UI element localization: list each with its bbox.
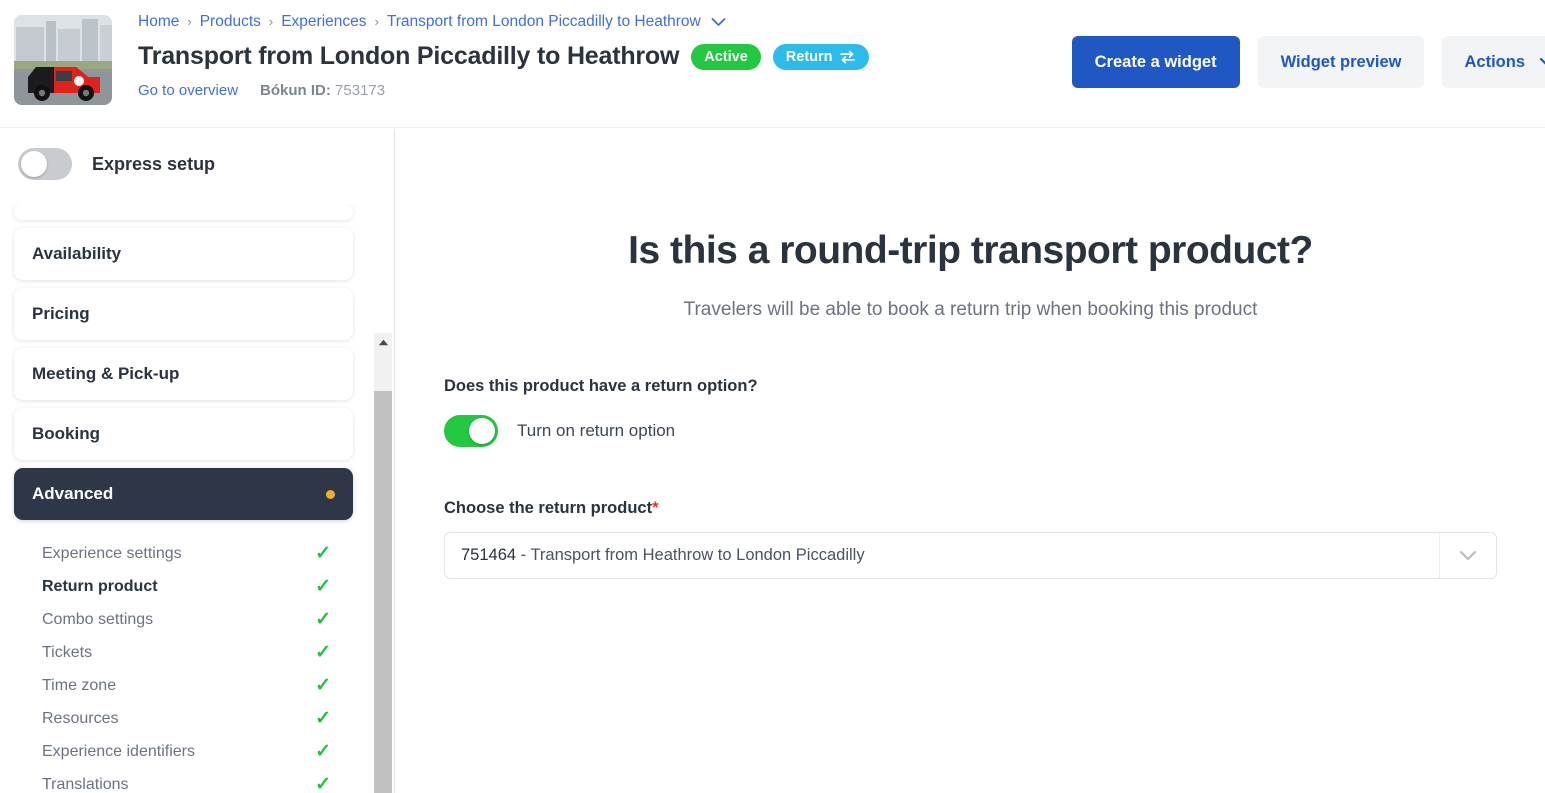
sidebar-item-pricing[interactable]: Pricing xyxy=(14,288,353,340)
return-option-toggle-row: Turn on return option xyxy=(444,415,1497,447)
express-setup-label: Express setup xyxy=(92,153,216,174)
sidebar-subitem-time-zone[interactable]: Time zone ✓ xyxy=(28,669,335,702)
return-product-id: 751464 xyxy=(461,546,517,564)
return-product-name: Transport from Heathrow to London Piccad… xyxy=(530,546,865,564)
main-subheading: Travelers will be able to book a return … xyxy=(683,299,1258,320)
check-icon: ✓ xyxy=(315,741,331,762)
title-row: Transport from London Piccadilly to Heat… xyxy=(138,42,1072,71)
check-icon: ✓ xyxy=(315,774,331,793)
sidebar-item-label: Advanced xyxy=(32,484,114,503)
sidebar-item-advanced[interactable]: Advanced xyxy=(14,468,353,520)
status-badge-return: Return xyxy=(772,43,869,70)
sidebar-item-meeting-pickup[interactable]: Meeting & Pick-up xyxy=(14,348,353,400)
sidebar-scrollbar[interactable] xyxy=(374,333,392,793)
return-product-select-value: 751464 - Transport from Heathrow to Lond… xyxy=(445,546,1439,565)
create-widget-button[interactable]: Create a widget xyxy=(1071,36,1240,88)
sidebar-item-label: Meeting & Pick-up xyxy=(32,364,180,383)
app-root: Home › Products › Experiences › Transpor… xyxy=(0,0,1545,793)
sidebar-subitem-label: Translations xyxy=(42,775,129,793)
bokun-id-label: Bókun ID: xyxy=(260,82,331,99)
sidebar-item-label: Pricing xyxy=(32,304,90,323)
breadcrumb-separator: › xyxy=(374,14,379,29)
sidebar-subitem-resources[interactable]: Resources ✓ xyxy=(28,702,335,735)
check-icon: ✓ xyxy=(315,708,331,729)
sidebar-item-booking[interactable]: Booking xyxy=(14,408,353,460)
incomplete-dot-icon xyxy=(326,489,335,499)
main-content: Is this a round-trip transport product? … xyxy=(396,129,1545,793)
breadcrumb-separator: › xyxy=(268,14,274,29)
swap-arrows-icon xyxy=(839,50,856,64)
check-icon: ✓ xyxy=(315,642,331,663)
bokun-id-value: 753173 xyxy=(335,82,386,99)
sidebar: Express setup Availability Pricing Meeti… xyxy=(0,129,395,793)
return-option-question-label: Does this product have a return option? xyxy=(444,377,758,395)
sidebar-subitem-label: Time zone xyxy=(42,676,117,694)
return-option-toggle-label: Turn on return option xyxy=(517,421,676,440)
sidebar-nav: Availability Pricing Meeting & Pick-up B… xyxy=(0,204,394,793)
page-title: Transport from London Piccadilly to Heat… xyxy=(138,42,680,70)
page-header: Home › Products › Experiences › Transpor… xyxy=(0,0,1545,128)
choose-return-product-label-text: Choose the return product xyxy=(444,499,653,517)
sidebar-item-partial-above[interactable] xyxy=(14,204,353,220)
sidebar-subitem-label: Experience identifiers xyxy=(42,742,195,760)
return-option-toggle[interactable] xyxy=(444,415,498,447)
breadcrumb-separator: › xyxy=(187,14,192,29)
header-text-block: Home › Products › Experiences › Transpor… xyxy=(112,0,1072,100)
actions-menu-button[interactable]: Actions xyxy=(1442,36,1545,88)
required-marker: * xyxy=(652,499,659,517)
express-setup-toggle[interactable] xyxy=(18,148,72,180)
sidebar-subitem-label: Experience settings xyxy=(42,544,182,562)
sidebar-subitem-tickets[interactable]: Tickets ✓ xyxy=(28,636,335,669)
sidebar-subitem-label: Return product xyxy=(42,577,158,595)
sidebar-scrollbar-thumb[interactable] xyxy=(374,391,392,793)
sidebar-scroll-area: Availability Pricing Meeting & Pick-up B… xyxy=(0,204,394,793)
check-icon: ✓ xyxy=(315,576,331,597)
sidebar-subitem-label: Resources xyxy=(42,709,119,727)
sidebar-subitem-label: Tickets xyxy=(42,643,93,661)
go-to-overview-link[interactable]: Go to overview xyxy=(138,82,238,100)
sidebar-subitem-return-product[interactable]: Return product ✓ xyxy=(28,570,335,603)
breadcrumb-item-home[interactable]: Home xyxy=(138,12,179,32)
widget-preview-button[interactable]: Widget preview xyxy=(1257,36,1425,88)
breadcrumb: Home › Products › Experiences › Transpor… xyxy=(138,12,1072,32)
choose-return-product-label: Choose the return product* xyxy=(444,499,1497,518)
sidebar-item-label: Booking xyxy=(32,424,100,443)
sidebar-subitem-translations[interactable]: Translations ✓ xyxy=(28,768,335,793)
sidebar-subnav: Experience settings ✓ Return product ✓ C… xyxy=(14,528,353,793)
sidebar-item-availability[interactable]: Availability xyxy=(14,228,353,280)
status-badge-active-label: Active xyxy=(704,48,748,65)
sidebar-subitem-combo-settings[interactable]: Combo settings ✓ xyxy=(28,603,335,636)
breadcrumb-item-products[interactable]: Products xyxy=(200,12,261,32)
chevron-down-icon[interactable] xyxy=(1439,533,1496,578)
express-setup-row: Express setup xyxy=(0,129,394,180)
breadcrumb-item-current-product[interactable]: Transport from London Piccadilly to Heat… xyxy=(387,12,701,32)
sidebar-subitem-experience-settings[interactable]: Experience settings ✓ xyxy=(28,537,335,570)
chevron-down-icon[interactable] xyxy=(711,17,726,27)
product-thumbnail xyxy=(14,15,112,105)
header-action-buttons: Create a widget Widget preview Actions xyxy=(1071,0,1545,88)
return-product-separator: - xyxy=(516,546,531,564)
status-badge-active: Active xyxy=(691,43,761,70)
main-heading: Is this a round-trip transport product? xyxy=(628,229,1313,272)
check-icon: ✓ xyxy=(315,609,331,630)
breadcrumb-item-experiences[interactable]: Experiences xyxy=(281,12,366,32)
chevron-down-icon xyxy=(1539,57,1545,68)
sub-header-row: Go to overview Bókun ID: 753173 xyxy=(138,82,1072,100)
actions-menu-label: Actions xyxy=(1464,53,1525,71)
bokun-id: Bókun ID: 753173 xyxy=(260,82,385,100)
scroll-up-arrow-icon[interactable] xyxy=(374,333,392,351)
toggle-knob xyxy=(469,418,495,444)
check-icon: ✓ xyxy=(315,543,331,564)
check-icon: ✓ xyxy=(315,675,331,696)
status-badge-return-label: Return xyxy=(785,48,833,65)
sidebar-subitem-experience-identifiers[interactable]: Experience identifiers ✓ xyxy=(28,735,335,768)
return-product-select[interactable]: 751464 - Transport from Heathrow to Lond… xyxy=(444,532,1497,579)
toggle-knob xyxy=(21,151,47,177)
sidebar-subitem-label: Combo settings xyxy=(42,610,154,628)
sidebar-item-label: Availability xyxy=(32,244,122,263)
